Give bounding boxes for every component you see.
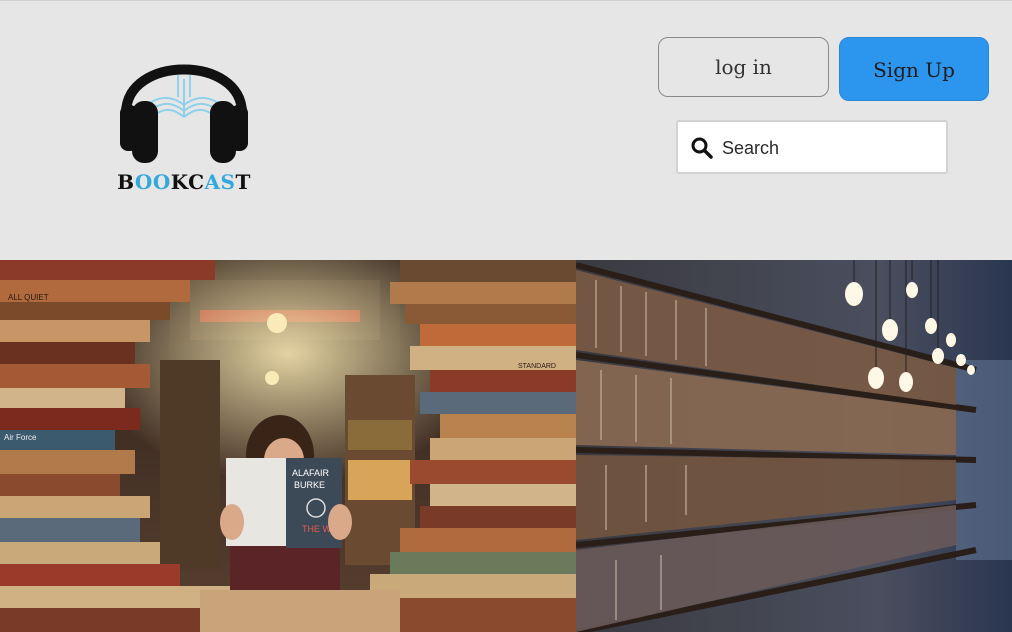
svg-text:BURKE: BURKE xyxy=(294,480,325,490)
svg-text:STANDARD: STANDARD xyxy=(518,363,556,370)
bookcast-logo[interactable]: BOOKCAST xyxy=(112,35,256,199)
search-icon xyxy=(691,137,713,159)
login-button[interactable]: log in xyxy=(658,37,829,97)
svg-text:ALL QUIET: ALL QUIET xyxy=(8,293,49,302)
search-input[interactable] xyxy=(720,130,944,166)
photo-library-shelves xyxy=(576,260,1012,632)
photo-woman-reading: ALAFAIR BURKE THE WIFE Air Force ALL QUI… xyxy=(0,260,576,632)
search-box[interactable] xyxy=(676,120,948,174)
logo-wordmark: BOOKCAST xyxy=(117,170,251,194)
site-header: BOOKCAST log in Sign Up xyxy=(0,0,1012,260)
svg-text:Air Force: Air Force xyxy=(4,433,37,442)
signup-button[interactable]: Sign Up xyxy=(839,37,989,101)
hero-photos: ALAFAIR BURKE THE WIFE Air Force ALL QUI… xyxy=(0,260,1012,632)
headphones-book-icon xyxy=(120,64,248,163)
svg-text:ALAFAIR: ALAFAIR xyxy=(292,468,330,478)
